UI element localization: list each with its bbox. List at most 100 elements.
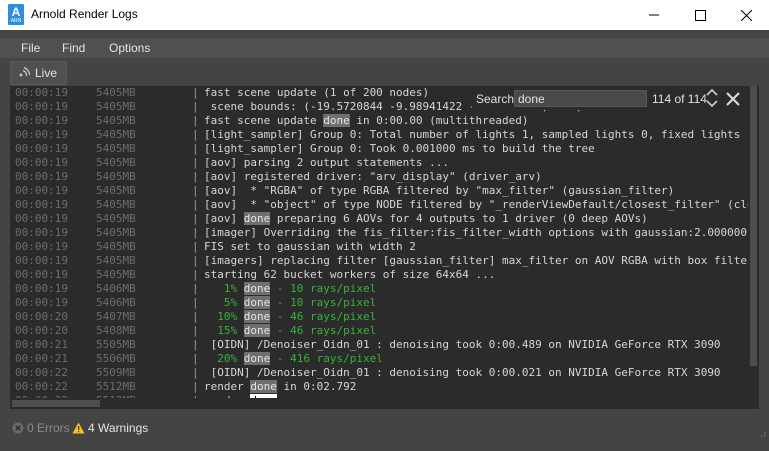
log-line: 00:00:19 5405MB | [aov] * "object" of type …	[10, 198, 748, 212]
log-memory: 5405MB	[96, 100, 136, 113]
menu-options[interactable]: Options	[109, 41, 150, 55]
log-memory: 5406MB	[96, 282, 136, 295]
log-message: [OIDN] /Denoiser_Oidn_01 : denoising too…	[204, 338, 721, 351]
log-message: 10% done - 46 rays/pixel	[204, 310, 376, 324]
close-window-button[interactable]	[723, 0, 769, 30]
log-separator: |	[192, 282, 199, 295]
log-separator: |	[192, 324, 199, 337]
log-message: starting 62 bucket workers of size 64x64…	[204, 268, 496, 281]
log-memory: 5405MB	[96, 226, 136, 239]
log-message: [aov] * "RGBA" of type RGBA filtered by …	[204, 184, 675, 197]
log-time: 00:00:19	[15, 100, 68, 113]
search-match-highlight: done	[243, 212, 271, 225]
log-message-suffix: in 0:02.792	[276, 380, 357, 393]
log-panel: 00:00:19 5405MB | fast scene update (1 of 2…	[10, 86, 759, 409]
log-message: 5% done - 10 rays/pixel	[204, 296, 376, 310]
log-message-prefix: 10%	[204, 310, 244, 323]
vertical-scrollbar[interactable]	[748, 86, 759, 398]
log-line: 00:00:19 5405MB | [imagers] replacing filte…	[10, 254, 748, 268]
log-message: fast scene update done in 0:00.00 (multi…	[204, 114, 529, 128]
maximize-button[interactable]	[677, 0, 723, 30]
log-memory: 5506MB	[96, 352, 136, 365]
log-memory: 5407MB	[96, 310, 136, 323]
log-time: 00:00:19	[15, 254, 68, 267]
log-time: 00:00:19	[15, 170, 68, 183]
log-separator: |	[192, 240, 199, 253]
log-message-suffix: - 46 rays/pixel	[270, 324, 377, 337]
log-message-prefix: 1%	[204, 282, 244, 295]
errors-count: 0 Errors	[27, 421, 70, 435]
log-memory: 5405MB	[96, 212, 136, 225]
log-time: 00:00:19	[15, 156, 68, 169]
log-line: 00:00:19 5405MB | [aov] done preparing 6 AO…	[10, 212, 748, 226]
log-line: 00:00:19 5405MB | FIS set to gaussian with …	[10, 240, 748, 254]
broadcast-icon	[18, 66, 32, 80]
log-separator: |	[192, 142, 199, 155]
log-time: 00:00:19	[15, 296, 68, 309]
search-prev-next-icon[interactable]	[704, 88, 720, 109]
warnings-indicator[interactable]: 4 Warnings	[72, 421, 148, 435]
log-lines[interactable]: 00:00:19 5405MB | fast scene update (1 of 2…	[10, 86, 748, 398]
horizontal-scrollbar[interactable]	[10, 398, 748, 409]
search-match-highlight: done	[243, 296, 271, 309]
search-match-highlight: done	[243, 352, 271, 365]
log-time: 00:00:20	[15, 310, 68, 323]
log-line: 00:00:22 5509MB | [OIDN] /Denoiser_Oidn_01…	[10, 366, 748, 380]
minimize-icon	[649, 14, 659, 16]
log-line: 00:00:19 5405MB | [light_sampler] Group 0: …	[10, 142, 748, 156]
log-separator: |	[192, 170, 199, 183]
log-time: 00:00:19	[15, 114, 68, 127]
minimize-button[interactable]	[631, 0, 677, 30]
title-bar: A ARN Arnold Render Logs	[0, 0, 769, 30]
log-message-suffix: preparing 6 AOVs for 4 outputs to 1 driv…	[270, 212, 648, 225]
log-line: 00:00:19 5405MB | starting 62 bucket worker…	[10, 268, 748, 282]
log-time: 00:00:19	[15, 184, 68, 197]
log-time: 00:00:19	[15, 128, 68, 141]
log-separator: |	[192, 352, 199, 365]
log-message: [OIDN] /Denoiser_Oidn_01 : denoising too…	[204, 366, 721, 379]
close-icon	[740, 9, 752, 21]
log-separator: |	[192, 212, 199, 225]
error-circle-icon	[12, 422, 24, 434]
log-line: 00:00:19 5406MB | 5% done - 10 rays/pixel	[10, 296, 748, 310]
menu-find[interactable]: Find	[62, 41, 85, 55]
log-memory: 5505MB	[96, 338, 136, 351]
warning-triangle-icon	[72, 422, 85, 434]
log-separator: |	[192, 310, 199, 323]
log-separator: |	[192, 380, 199, 393]
log-memory: 5509MB	[96, 366, 136, 379]
vertical-scroll-thumb[interactable]	[750, 86, 757, 366]
log-time: 00:00:19	[15, 86, 68, 99]
log-message: [aov] * "object" of type NODE filtered b…	[204, 198, 748, 211]
search-close-icon[interactable]	[724, 90, 742, 108]
search-label: Search	[476, 92, 515, 106]
log-time: 00:00:19	[15, 226, 68, 239]
log-separator: |	[192, 86, 199, 99]
toolbar: Live	[0, 60, 769, 85]
log-separator: |	[192, 128, 199, 141]
log-message: [imagers] replacing filter [gaussian_fil…	[204, 254, 748, 267]
log-time: 00:00:21	[15, 338, 68, 351]
log-time: 00:00:19	[15, 198, 68, 211]
log-message: [aov] parsing 2 output statements ...	[204, 156, 450, 169]
search-input[interactable]	[514, 90, 647, 107]
log-separator: |	[192, 114, 199, 127]
resize-grip-icon[interactable]	[757, 428, 767, 438]
log-memory: 5405MB	[96, 198, 136, 211]
log-message-prefix: [aov]	[204, 212, 244, 225]
log-message-suffix: - 416 rays/pixel	[270, 352, 383, 365]
log-line: 00:00:19 5406MB | 1% done - 10 rays/pixel	[10, 282, 748, 296]
log-memory: 5405MB	[96, 268, 136, 281]
search-match-highlight: done	[250, 380, 277, 393]
search-match-count: 114 of 114	[652, 92, 707, 106]
menu-file[interactable]: File	[21, 41, 40, 55]
live-button[interactable]: Live	[10, 61, 67, 85]
log-memory: 5405MB	[96, 114, 136, 127]
log-message: FIS set to gaussian with width 2	[204, 240, 416, 253]
errors-indicator[interactable]: 0 Errors	[12, 421, 70, 435]
log-memory: 5406MB	[96, 296, 136, 309]
log-line: 00:00:19 5405MB | [light_sampler] Group 0: …	[10, 128, 748, 142]
log-message: 15% done - 46 rays/pixel	[204, 324, 376, 338]
horizontal-scroll-thumb[interactable]	[12, 400, 100, 407]
log-line: 00:00:19 5405MB | [aov] * "RGBA" of type RG…	[10, 184, 748, 198]
